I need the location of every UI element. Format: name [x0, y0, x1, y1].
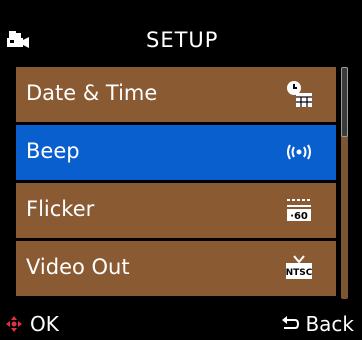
ok-label: OK: [30, 312, 59, 336]
return-arrow-icon: [282, 316, 300, 329]
flicker-60hz-icon: ·60: [287, 199, 311, 222]
menu-item-label: Date & Time: [26, 81, 158, 105]
scrollbar-thumb[interactable]: [341, 67, 348, 137]
back-label: Back: [305, 312, 354, 336]
ok-hint[interactable]: OK: [6, 308, 59, 340]
menu-item-video-out[interactable]: Video Out NTSC: [16, 241, 336, 296]
camcorder-icon: [7, 31, 29, 48]
page-title: SETUP: [146, 28, 219, 52]
svg-text:NTSC: NTSC: [286, 268, 313, 278]
footer: OK Back: [0, 308, 362, 340]
header: SETUP: [0, 22, 362, 62]
scrollbar[interactable]: [341, 67, 348, 299]
clock-calendar-icon: [287, 81, 312, 107]
menu-item-beep[interactable]: Beep: [16, 125, 336, 180]
setup-screen: SETUP Date & Time Beep Flicker ·60 Video…: [0, 0, 362, 340]
menu-item-date-time[interactable]: Date & Time: [16, 67, 336, 122]
menu-item-label: Beep: [26, 139, 80, 163]
menu-item-label: Flicker: [26, 197, 95, 221]
sound-waves-icon: [287, 144, 311, 160]
dpad-icon: [6, 316, 22, 332]
menu-item-label: Video Out: [26, 255, 130, 279]
menu-item-flicker[interactable]: Flicker ·60: [16, 183, 336, 238]
back-hint[interactable]: Back: [281, 308, 354, 340]
svg-text:·60: ·60: [290, 211, 308, 222]
ntsc-icon: NTSC: [286, 255, 313, 279]
